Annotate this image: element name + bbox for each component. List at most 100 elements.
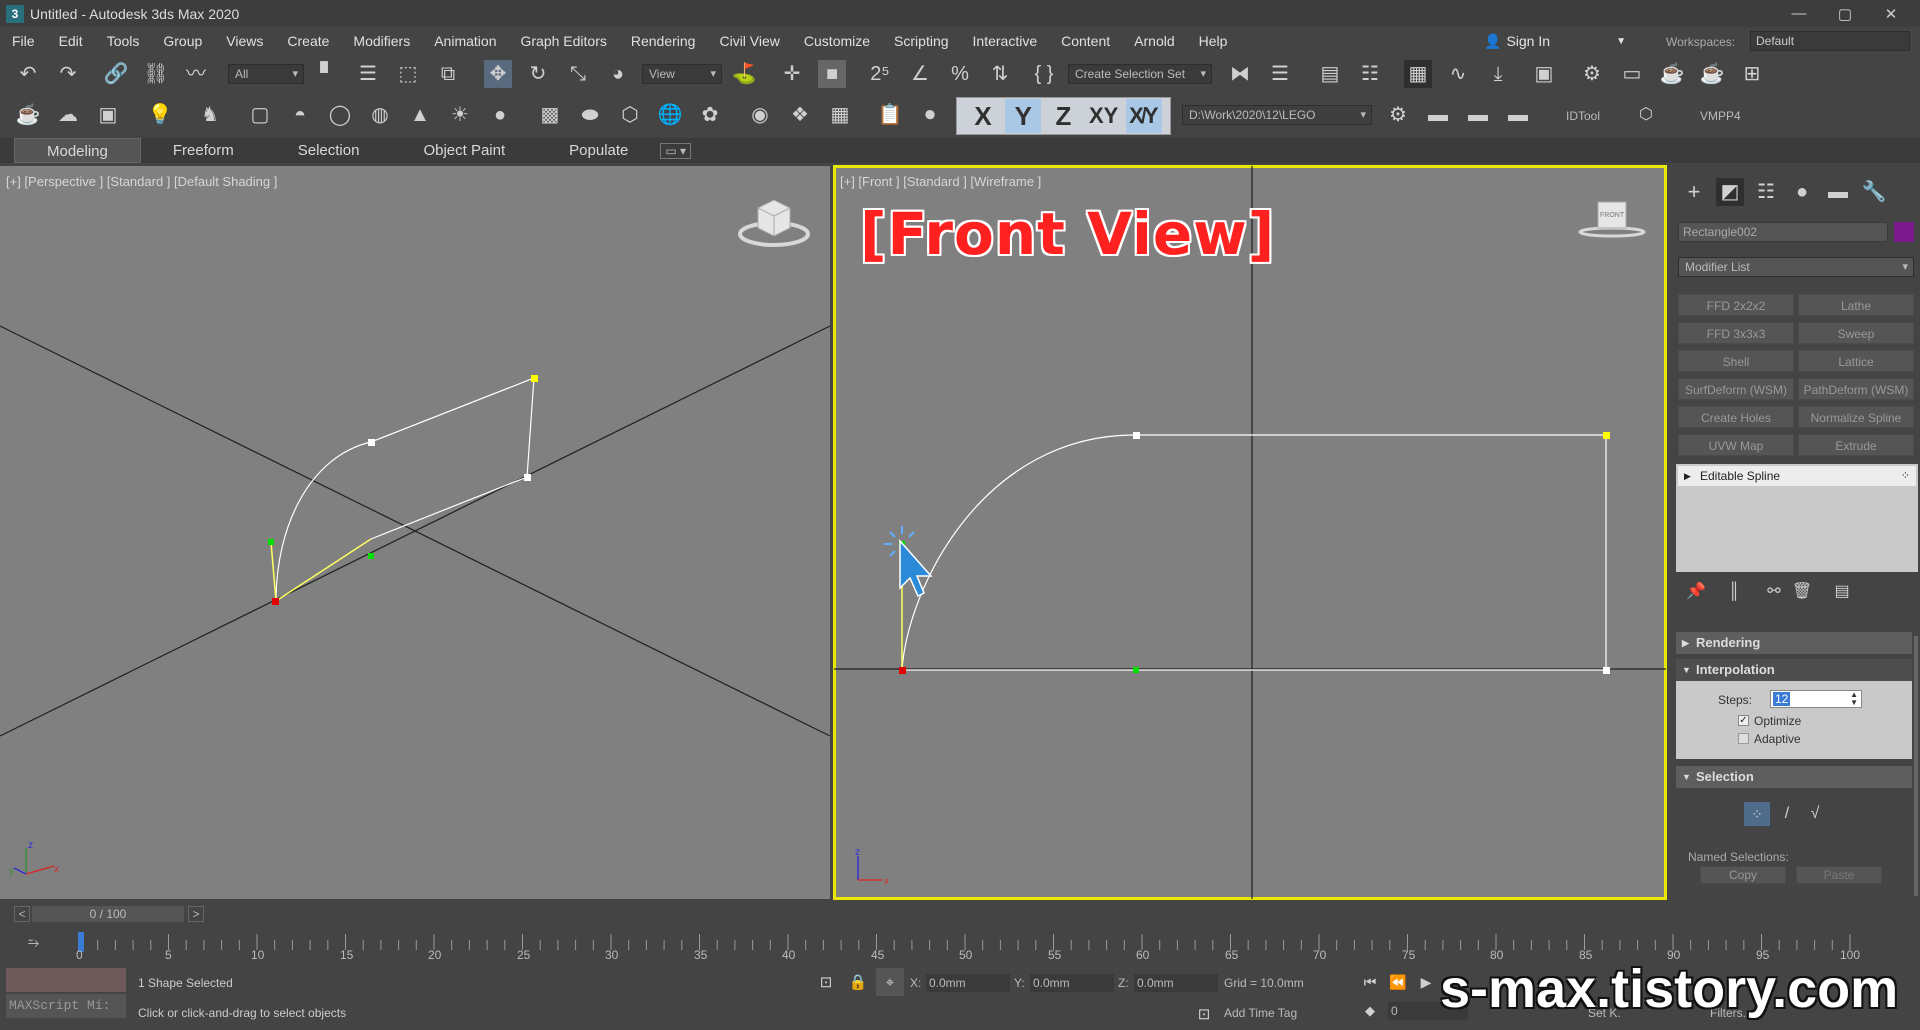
menu-group[interactable]: Group [151, 33, 214, 49]
time-slider[interactable]: 0 / 100 [32, 906, 184, 922]
render-in-cloud-icon[interactable]: ⊞ [1738, 60, 1766, 88]
modifier-button[interactable]: UVW Map [1678, 434, 1794, 456]
link-icon[interactable]: 🔗 [102, 60, 130, 88]
tab-selection[interactable]: Selection [266, 138, 392, 163]
menu-tools[interactable]: Tools [95, 33, 152, 49]
align-icon[interactable]: ☰ [1266, 60, 1294, 88]
modifier-list-dropdown[interactable]: Modifier List [1678, 257, 1914, 277]
modifier-button[interactable]: Create Holes [1678, 406, 1794, 428]
perspective-viewport[interactable]: [+] [Perspective ] [Standard ] [Default … [0, 166, 830, 899]
modifier-button[interactable]: Lattice [1798, 350, 1914, 372]
optimize-checkbox[interactable]: ✓ [1738, 715, 1749, 726]
front-viewport[interactable]: [+] [Front ] [Standard ] [Wireframe ] [F… [833, 165, 1667, 900]
modifier-button[interactable]: Lathe [1798, 294, 1914, 316]
modifier-button[interactable]: Normalize Spline [1798, 406, 1914, 428]
workspace-dropdown[interactable]: Default [1750, 31, 1910, 51]
select-and-scale-icon[interactable]: ⤡ [564, 60, 592, 88]
undo-icon[interactable]: ↶ [14, 60, 42, 88]
torus-icon[interactable]: ◯ [326, 101, 354, 129]
toggle-ribbon-icon[interactable]: ▦ [1404, 60, 1432, 88]
folder-export-icon[interactable]: ▬ [1504, 101, 1532, 129]
isolate-selection-icon[interactable]: ⊡ [812, 968, 840, 996]
character-icon[interactable]: ♞ [196, 101, 224, 129]
menu-scripting[interactable]: Scripting [882, 33, 960, 49]
maximize-button[interactable]: ▢ [1822, 0, 1868, 27]
tab-populate[interactable]: Populate [537, 138, 660, 163]
tab-freeform[interactable]: Freeform [141, 138, 266, 163]
hexagon-icon[interactable]: ⬡ [1632, 101, 1660, 129]
pivot-center-icon[interactable]: ⛳ [730, 60, 758, 88]
menu-help[interactable]: Help [1187, 33, 1240, 49]
select-object-icon[interactable]: ▘ [314, 60, 342, 88]
selection-filter-dropdown[interactable]: All [228, 64, 304, 84]
select-manipulate-icon[interactable]: ✛ [778, 60, 806, 88]
axis-z-button[interactable]: Z [1045, 99, 1081, 133]
select-and-place-icon[interactable]: ◕ [604, 60, 632, 88]
modifier-button[interactable]: FFD 2x2x2 [1678, 294, 1794, 316]
redo-icon[interactable]: ↷ [54, 60, 82, 88]
tube-icon[interactable]: ◍ [366, 101, 394, 129]
next-frame-button[interactable]: > [188, 906, 204, 922]
object-name-field[interactable]: Rectangle002 [1678, 222, 1888, 242]
sphere-icon[interactable]: ● [486, 101, 514, 129]
layer-explorer-icon[interactable]: ☷ [1356, 60, 1384, 88]
globe-icon[interactable]: 🌐 [656, 101, 684, 129]
reference-coordinate-dropdown[interactable]: View [642, 64, 722, 84]
utilities-tab-icon[interactable]: 🔧 [1860, 178, 1888, 206]
menu-arnold[interactable]: Arnold [1122, 33, 1186, 49]
menu-rendering[interactable]: Rendering [619, 33, 708, 49]
modifier-button[interactable]: PathDeform (WSM) [1798, 378, 1914, 400]
make-unique-icon[interactable]: ⚯ [1760, 578, 1788, 606]
sun-icon[interactable]: ☀ [446, 101, 474, 129]
key-mode-icon[interactable]: ◆ [1356, 996, 1384, 1024]
menu-edit[interactable]: Edit [47, 33, 95, 49]
go-to-start-icon[interactable]: ⏮ [1356, 968, 1384, 996]
record-icon[interactable]: ⏺ [916, 101, 944, 129]
edit-named-selection-icon[interactable]: { } [1030, 60, 1058, 88]
render-production-icon[interactable]: ☕ [1658, 60, 1686, 88]
scene-explorer-icon[interactable]: ▤ [1316, 60, 1344, 88]
mirror-icon[interactable]: ⧓ [1226, 60, 1254, 88]
modifier-button[interactable]: SurfDeform (WSM) [1678, 378, 1794, 400]
display-tab-icon[interactable]: ▬ [1824, 178, 1852, 206]
adaptive-checkbox[interactable] [1738, 733, 1749, 744]
menu-views[interactable]: Views [214, 33, 275, 49]
hemisphere-icon[interactable]: ◓ [286, 101, 314, 129]
angle-snap-icon[interactable]: ∠ [906, 60, 934, 88]
tab-object-paint[interactable]: Object Paint [391, 138, 537, 163]
named-selection-set-dropdown[interactable]: Create Selection Set [1068, 64, 1212, 84]
curve-editor-mini-icon[interactable]: ⥲ [28, 934, 39, 951]
spinner-arrows-icon[interactable]: ▲ ▼ [1850, 691, 1858, 707]
menu-animation[interactable]: Animation [422, 33, 508, 49]
y-coordinate-field[interactable]: 0.0mm [1030, 974, 1114, 992]
percent-snap-icon[interactable]: % [946, 60, 974, 88]
idtool-label[interactable]: IDTool [1566, 109, 1600, 123]
create-tab-icon[interactable]: + [1680, 178, 1708, 206]
snaps-toggle-icon[interactable]: 2⁵ [866, 60, 894, 88]
add-time-tag-button[interactable]: Add Time Tag [1224, 1006, 1297, 1020]
project-path-dropdown[interactable]: D:\Work\2020\12\LEGO [1182, 105, 1372, 125]
z-coordinate-field[interactable]: 0.0mm [1134, 974, 1218, 992]
plant-icon[interactable]: ✿ [696, 101, 724, 129]
object-color-swatch[interactable] [1894, 222, 1914, 242]
rollout-interpolation[interactable]: ▼ Interpolation [1676, 659, 1912, 681]
menu-file[interactable]: File [0, 33, 47, 49]
sign-in-button[interactable]: 👤 Sign In ▼ [1484, 30, 1626, 52]
material-multi-icon[interactable]: ❖ [786, 101, 814, 129]
select-by-name-icon[interactable]: ☰ [354, 60, 382, 88]
remove-modifier-icon[interactable]: 🗑 [1788, 578, 1816, 606]
menu-modifiers[interactable]: Modifiers [341, 33, 422, 49]
spinner-snap-icon[interactable]: ⇅ [986, 60, 1014, 88]
maxscript-mini-listener[interactable]: MAXScript Mi: [6, 994, 126, 1018]
select-and-move-icon[interactable]: ✥ [484, 60, 512, 88]
axis-xy-button[interactable]: XY [1086, 99, 1122, 133]
segment-mode-icon[interactable]: / [1774, 802, 1800, 826]
vmpp-label[interactable]: VMPP4 [1700, 109, 1741, 123]
expand-arrow-icon[interactable]: ▶ [1684, 466, 1691, 486]
absolute-mode-icon[interactable]: ⌖ [876, 968, 904, 996]
menu-civil-view[interactable]: Civil View [707, 33, 791, 49]
select-and-rotate-icon[interactable]: ↻ [524, 60, 552, 88]
steps-value[interactable]: 12 [1773, 692, 1791, 706]
pin-stack-icon[interactable]: 📌 [1682, 578, 1710, 606]
ribbon-options-icon[interactable]: ▭ ▾ [660, 142, 692, 159]
